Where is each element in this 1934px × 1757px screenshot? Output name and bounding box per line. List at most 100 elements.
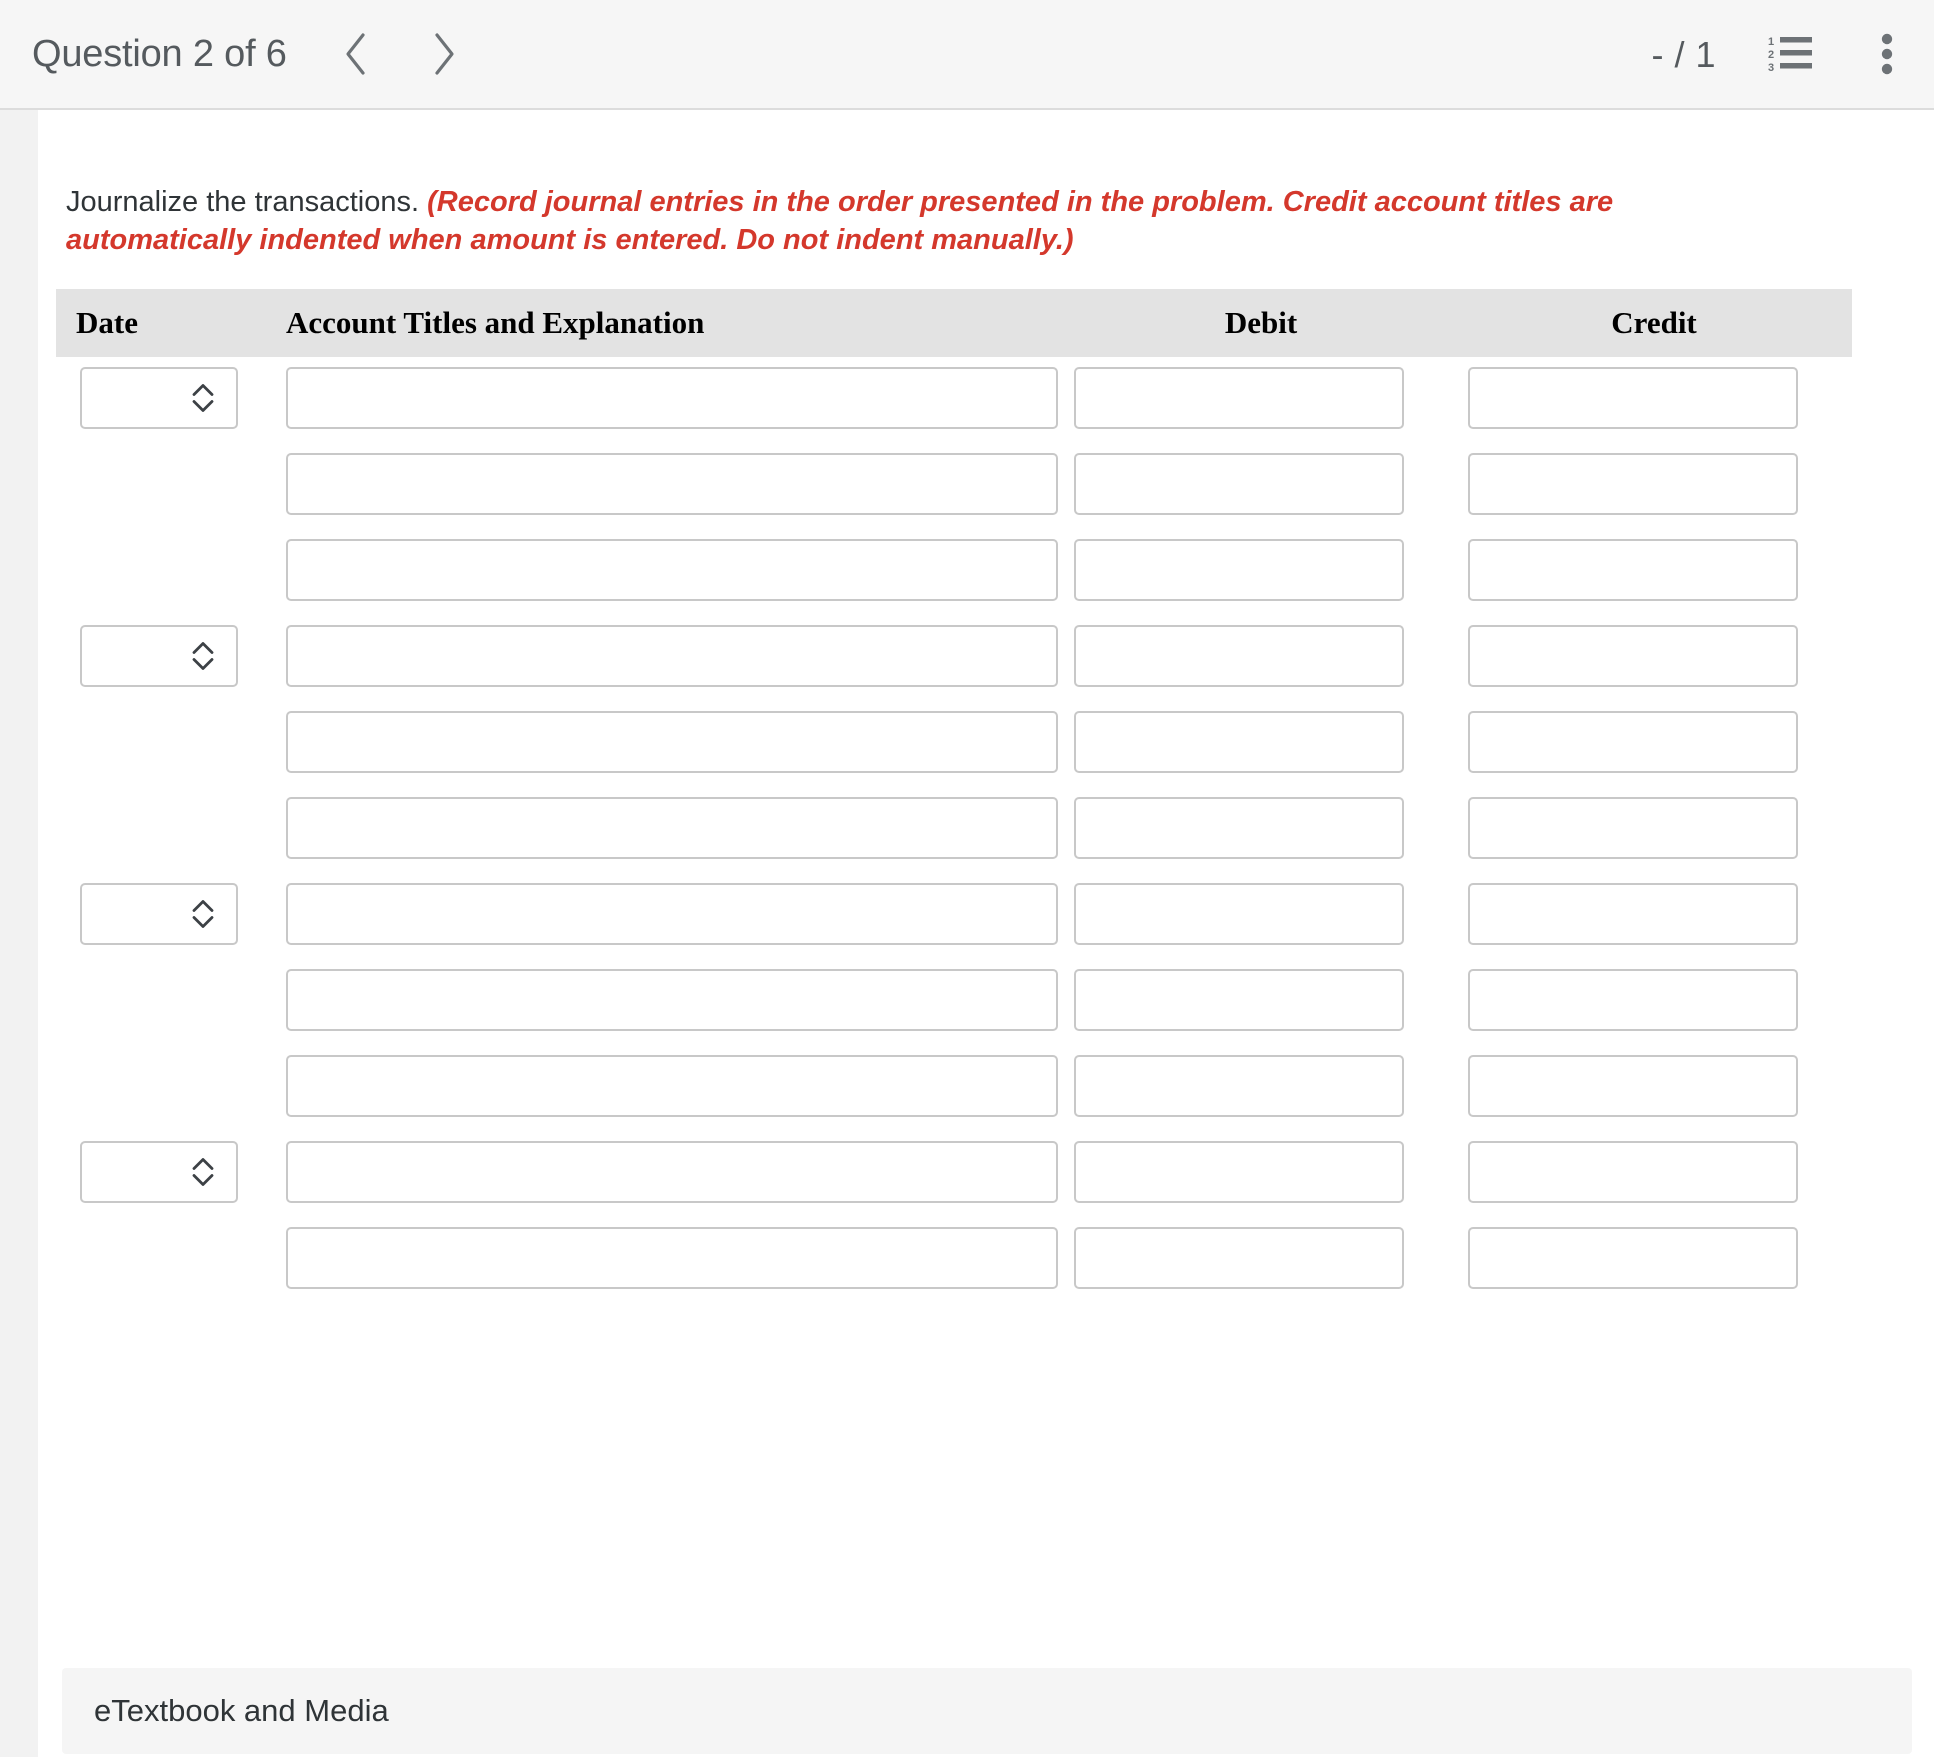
- credit-input-8[interactable]: [1468, 1055, 1798, 1117]
- score-display: - / 1: [1651, 34, 1716, 75]
- cell-account: [266, 797, 1066, 859]
- cell-credit: [1456, 625, 1852, 687]
- cell-account: [266, 625, 1066, 687]
- cell-credit: [1456, 797, 1852, 859]
- cell-date: [56, 539, 266, 601]
- debit-input-2[interactable]: [1074, 539, 1404, 601]
- cell-debit: [1066, 1055, 1456, 1117]
- cell-date: [56, 797, 266, 859]
- cell-credit: [1456, 1055, 1852, 1117]
- cell-credit: [1456, 711, 1852, 773]
- debit-input-6[interactable]: [1074, 883, 1404, 945]
- prompt-lead-text: Journalize the transactions.: [66, 186, 420, 218]
- cell-date: [56, 711, 266, 773]
- question-prompt: Journalize the transactions. (Record jou…: [66, 184, 1806, 259]
- previous-question-button[interactable]: [325, 23, 387, 85]
- account-title-input-0[interactable]: [286, 367, 1058, 429]
- cell-debit: [1066, 797, 1456, 859]
- account-title-input-6[interactable]: [286, 883, 1058, 945]
- table-row: [56, 797, 1852, 883]
- more-options-button[interactable]: [1858, 26, 1916, 84]
- credit-input-3[interactable]: [1468, 625, 1798, 687]
- column-header-account: Account Titles and Explanation: [286, 305, 705, 340]
- debit-input-9[interactable]: [1074, 1141, 1404, 1203]
- account-title-input-4[interactable]: [286, 711, 1058, 773]
- cell-date: [56, 1227, 266, 1289]
- table-row: [56, 1141, 1852, 1227]
- cell-date: [56, 883, 266, 945]
- question-list-button[interactable]: 1 2 3: [1762, 26, 1820, 84]
- column-header-credit: Credit: [1611, 305, 1697, 340]
- cell-debit: [1066, 539, 1456, 601]
- svg-text:2: 2: [1768, 49, 1774, 61]
- cell-debit: [1066, 625, 1456, 687]
- account-title-input-9[interactable]: [286, 1141, 1058, 1203]
- account-title-input-7[interactable]: [286, 969, 1058, 1031]
- credit-input-9[interactable]: [1468, 1141, 1798, 1203]
- debit-input-0[interactable]: [1074, 367, 1404, 429]
- date-select-0[interactable]: [80, 367, 238, 429]
- chevron-left-icon: [341, 31, 371, 77]
- cell-account: [266, 711, 1066, 773]
- cell-credit: [1456, 883, 1852, 945]
- journal-entry-table: Date Account Titles and Explanation Debi…: [56, 289, 1852, 1313]
- svg-text:1: 1: [1768, 36, 1774, 48]
- credit-input-6[interactable]: [1468, 883, 1798, 945]
- next-question-button[interactable]: [413, 23, 475, 85]
- account-title-input-10[interactable]: [286, 1227, 1058, 1289]
- chevron-updown-icon: [192, 642, 214, 671]
- cell-debit: [1066, 367, 1456, 429]
- page-root: Question 2 of 6 - / 1 1 2 3 Journalize t…: [0, 0, 1934, 1757]
- debit-input-1[interactable]: [1074, 453, 1404, 515]
- debit-input-8[interactable]: [1074, 1055, 1404, 1117]
- svg-text:3: 3: [1768, 62, 1774, 74]
- credit-input-0[interactable]: [1468, 367, 1798, 429]
- credit-input-2[interactable]: [1468, 539, 1798, 601]
- cell-debit: [1066, 453, 1456, 515]
- date-select-6[interactable]: [80, 883, 238, 945]
- debit-input-10[interactable]: [1074, 1227, 1404, 1289]
- table-row: [56, 625, 1852, 711]
- column-header-date: Date: [76, 305, 138, 340]
- account-title-input-8[interactable]: [286, 1055, 1058, 1117]
- question-content-panel: Journalize the transactions. (Record jou…: [38, 112, 1934, 1757]
- question-header-bar: Question 2 of 6 - / 1 1 2 3: [0, 0, 1934, 110]
- cell-debit: [1066, 883, 1456, 945]
- table-body: [56, 357, 1852, 1313]
- debit-input-7[interactable]: [1074, 969, 1404, 1031]
- chevron-updown-icon: [192, 384, 214, 413]
- account-title-input-3[interactable]: [286, 625, 1058, 687]
- page-title: Question 2 of 6: [32, 32, 287, 75]
- date-cell-spacer: [80, 711, 238, 773]
- cell-account: [266, 883, 1066, 945]
- table-header-row: Date Account Titles and Explanation Debi…: [56, 289, 1852, 357]
- cell-account: [266, 1055, 1066, 1117]
- etextbook-and-media-button[interactable]: eTextbook and Media: [62, 1668, 1912, 1754]
- account-title-input-5[interactable]: [286, 797, 1058, 859]
- table-row: [56, 711, 1852, 797]
- cell-date: [56, 969, 266, 1031]
- cell-account: [266, 367, 1066, 429]
- date-select-9[interactable]: [80, 1141, 238, 1203]
- table-row: [56, 539, 1852, 625]
- cell-debit: [1066, 969, 1456, 1031]
- credit-input-1[interactable]: [1468, 453, 1798, 515]
- credit-input-7[interactable]: [1468, 969, 1798, 1031]
- debit-input-3[interactable]: [1074, 625, 1404, 687]
- cell-credit: [1456, 539, 1852, 601]
- cell-credit: [1456, 367, 1852, 429]
- credit-input-5[interactable]: [1468, 797, 1798, 859]
- cell-account: [266, 1141, 1066, 1203]
- date-cell-spacer: [80, 1055, 238, 1117]
- cell-account: [266, 969, 1066, 1031]
- chevron-updown-icon: [192, 900, 214, 929]
- account-title-input-2[interactable]: [286, 539, 1058, 601]
- date-select-3[interactable]: [80, 625, 238, 687]
- credit-input-4[interactable]: [1468, 711, 1798, 773]
- credit-input-10[interactable]: [1468, 1227, 1798, 1289]
- debit-input-5[interactable]: [1074, 797, 1404, 859]
- cell-credit: [1456, 453, 1852, 515]
- account-title-input-1[interactable]: [286, 453, 1058, 515]
- date-cell-spacer: [80, 969, 238, 1031]
- debit-input-4[interactable]: [1074, 711, 1404, 773]
